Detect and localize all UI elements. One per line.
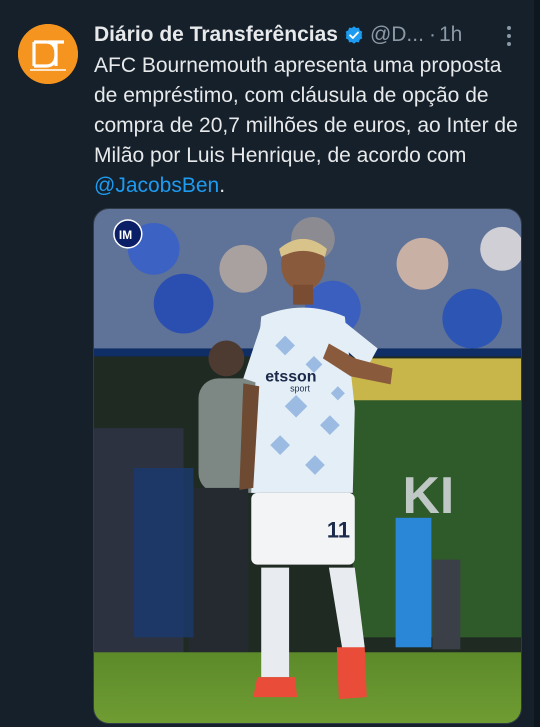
account-handle[interactable]: @D... — [370, 23, 424, 47]
tweet-body: AFC Bournemouth apresenta uma proposta d… — [94, 54, 518, 167]
brand-logo-icon — [18, 24, 78, 84]
tweet-text: AFC Bournemouth apresenta uma proposta d… — [94, 51, 519, 201]
verified-badge-icon — [344, 25, 364, 45]
account-name[interactable]: Diário de Transferências — [94, 23, 338, 47]
mention-link[interactable]: @JacobsBen — [94, 174, 219, 197]
banner-text: KI — [403, 466, 455, 524]
shirt-number: 11 — [327, 518, 350, 543]
tweet-end: . — [219, 174, 226, 197]
avatar[interactable] — [18, 24, 78, 84]
scrollbar-track[interactable] — [534, 0, 540, 727]
more-options-icon[interactable] — [504, 24, 514, 48]
tweet-photo[interactable]: KI etsson sport 11 IM — [93, 208, 522, 724]
separator-dot: · — [428, 23, 436, 46]
svg-text:IM: IM — [119, 228, 132, 242]
jersey-sponsor-sub: sport — [290, 383, 310, 393]
tweet-header: Diário de Transferências @D... · 1h — [94, 20, 520, 50]
tweet-timestamp[interactable]: 1h — [439, 23, 462, 47]
